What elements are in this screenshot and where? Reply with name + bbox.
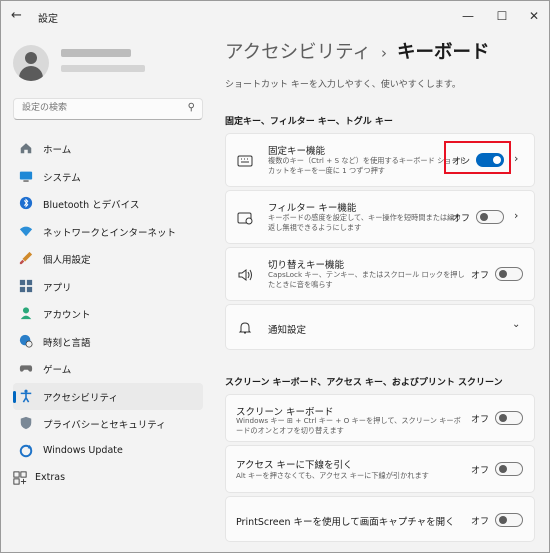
chevron-down-icon[interactable]: ⌄ <box>512 319 520 330</box>
apps-icon <box>19 279 33 292</box>
filter-keys-title: フィルター キー機能 <box>268 203 357 214</box>
avatar[interactable] <box>13 45 49 81</box>
on-screen-keyboard-state: オフ <box>471 415 490 425</box>
account-icon <box>20 307 32 320</box>
sidebar-item-label: ゲーム <box>43 365 72 376</box>
sidebar-item-label: ホーム <box>43 145 72 156</box>
sticky-keys-description: 複数のキー（Ctrl + S など）を使用するキーボード ショートカットをキーを… <box>268 156 466 175</box>
sidebar-item-time-language[interactable]: 時刻と言語 <box>13 328 203 356</box>
profile-email-blurred <box>61 65 145 72</box>
filter-keys-state: オフ <box>452 214 471 224</box>
search-box[interactable]: ⚲ <box>13 98 203 120</box>
section-heading-screen-keyboard: スクリーン キーボード、アクセス キー、およびプリント スクリーン <box>225 378 503 388</box>
sidebar-item-label: 個人用設定 <box>43 255 91 266</box>
title-bar: ← 設定 — ☐ ✕ <box>1 1 549 33</box>
sidebar-item-system[interactable]: システム <box>13 163 203 191</box>
printscreen-card[interactable]: PrintScreen キーを使用して画面キャプチャを開く オフ <box>225 496 535 542</box>
breadcrumb-parent[interactable]: アクセシビリティ <box>225 42 371 63</box>
sidebar-item-personalization[interactable]: 個人用設定 <box>13 245 203 273</box>
sidebar-item-home[interactable]: ホーム <box>13 135 203 163</box>
accessibility-icon <box>20 389 32 403</box>
sidebar-item-gaming[interactable]: ゲーム <box>13 355 203 383</box>
gamepad-icon <box>19 365 33 372</box>
toggle-keys-title: 切り替えキー機能 <box>268 260 345 271</box>
underline-access-keys-card[interactable]: アクセス キーに下線を引く Alt キーを押さなくても、アクセス キーに下線が引… <box>225 445 535 493</box>
minimize-icon[interactable]: — <box>457 6 479 26</box>
page-title: キーボード <box>396 42 490 63</box>
sidebar-item-accessibility[interactable]: アクセシビリティ <box>13 382 203 410</box>
breadcrumb-separator: › <box>380 44 387 62</box>
sidebar-item-extras[interactable]: Extras <box>13 468 203 488</box>
settings-window: ← 設定 — ☐ ✕ ⚲ ホーム システム Bluetooth とデバイス ネッ… <box>0 0 550 553</box>
sidebar-item-label: ネットワークとインターネット <box>43 227 177 239</box>
section-heading-keys: 固定キー、フィルター キー、トグル キー <box>225 117 393 127</box>
sidebar-item-apps[interactable]: アプリ <box>13 273 203 301</box>
sidebar-item-network[interactable]: ネットワークとインターネット <box>13 218 203 246</box>
sidebar-item-accounts[interactable]: アカウント <box>13 300 203 328</box>
notification-settings-card[interactable]: 通知設定 ⌄ <box>225 304 535 350</box>
system-icon <box>19 171 33 182</box>
toggle-keys-state: オフ <box>471 271 490 281</box>
sidebar-nav: ホーム システム Bluetooth とデバイス ネットワークとインターネット … <box>13 135 203 465</box>
sidebar-item-windows-update[interactable]: Windows Update <box>13 438 203 466</box>
close-icon[interactable]: ✕ <box>523 6 545 26</box>
shield-icon <box>20 416 32 430</box>
filter-keys-card[interactable]: フィルター キー機能 キーボードの感度を設定して、キー操作を短時間または繰り返し… <box>225 190 535 244</box>
network-icon <box>19 226 33 236</box>
search-icon[interactable]: ⚲ <box>188 102 195 113</box>
update-icon <box>19 444 33 457</box>
on-screen-keyboard-card[interactable]: スクリーン キーボード Windows キー ⊞ + Ctrl キー + O キ… <box>225 394 535 442</box>
sidebar-item-label: Extras <box>35 472 66 483</box>
filter-keys-toggle[interactable] <box>476 210 504 224</box>
filter-keys-description: キーボードの感度を設定して、キー操作を短時間または繰り返し無視できるようにします <box>268 213 462 232</box>
sidebar-item-label: システム <box>43 172 81 184</box>
keyboard-clock-icon <box>237 212 253 225</box>
search-input[interactable] <box>20 102 184 114</box>
chevron-right-icon[interactable]: › <box>514 209 518 222</box>
sidebar-item-label: アプリ <box>43 282 72 294</box>
speaker-icon <box>238 269 252 281</box>
sidebar-item-label: プライバシーとセキュリティ <box>43 420 166 431</box>
home-icon <box>20 143 32 154</box>
keyboard-icon <box>237 155 253 167</box>
profile-name-blurred <box>61 49 131 57</box>
maximize-icon[interactable]: ☐ <box>491 6 513 26</box>
underline-access-keys-toggle[interactable] <box>495 462 523 476</box>
printscreen-title: PrintScreen キーを使用して画面キャプチャを開く <box>236 517 455 528</box>
toggle-keys-description: CapsLock キー、テンキー、またはスクロール ロックを押したときに音を鳴ら… <box>268 270 465 289</box>
extras-icon <box>13 471 27 485</box>
toggle-keys-card[interactable]: 切り替えキー機能 CapsLock キー、テンキー、またはスクロール ロックを押… <box>225 247 535 301</box>
underline-access-keys-description: Alt キーを押さなくても、アクセス キーに下線が引かれます <box>236 471 429 480</box>
chevron-right-icon[interactable]: › <box>514 152 518 165</box>
breadcrumb: アクセシビリティ › キーボード <box>225 38 489 64</box>
globe-clock-icon <box>19 334 33 347</box>
notification-settings-title: 通知設定 <box>268 325 307 336</box>
sticky-keys-title: 固定キー機能 <box>268 146 326 157</box>
bluetooth-icon <box>19 196 33 210</box>
on-screen-keyboard-description: Windows キー ⊞ + Ctrl キー + O キーを押して、スクリーン … <box>236 416 461 435</box>
sidebar-item-label: アカウント <box>43 310 91 321</box>
page-description: ショートカット キーを入力しやすく、使いやすくします。 <box>225 80 461 90</box>
underline-access-keys-state: オフ <box>471 466 490 476</box>
back-arrow-icon[interactable]: ← <box>11 8 27 24</box>
toggle-keys-toggle[interactable] <box>495 267 523 281</box>
bell-icon <box>238 322 252 334</box>
sidebar-item-label: Bluetooth とデバイス <box>43 200 140 211</box>
on-screen-keyboard-toggle[interactable] <box>495 411 523 425</box>
underline-access-keys-title: アクセス キーに下線を引く <box>236 460 353 471</box>
sidebar-item-label: アクセシビリティ <box>43 392 118 404</box>
printscreen-toggle[interactable] <box>495 513 523 527</box>
sidebar-item-label: Windows Update <box>43 444 123 456</box>
sidebar-item-privacy[interactable]: プライバシーとセキュリティ <box>13 410 203 438</box>
sidebar-item-bluetooth[interactable]: Bluetooth とデバイス <box>13 190 203 218</box>
brush-icon <box>19 251 33 265</box>
highlight-box <box>444 141 511 174</box>
app-title: 設定 <box>38 14 58 25</box>
printscreen-state: オフ <box>471 517 490 527</box>
sidebar-item-label: 時刻と言語 <box>43 337 91 349</box>
